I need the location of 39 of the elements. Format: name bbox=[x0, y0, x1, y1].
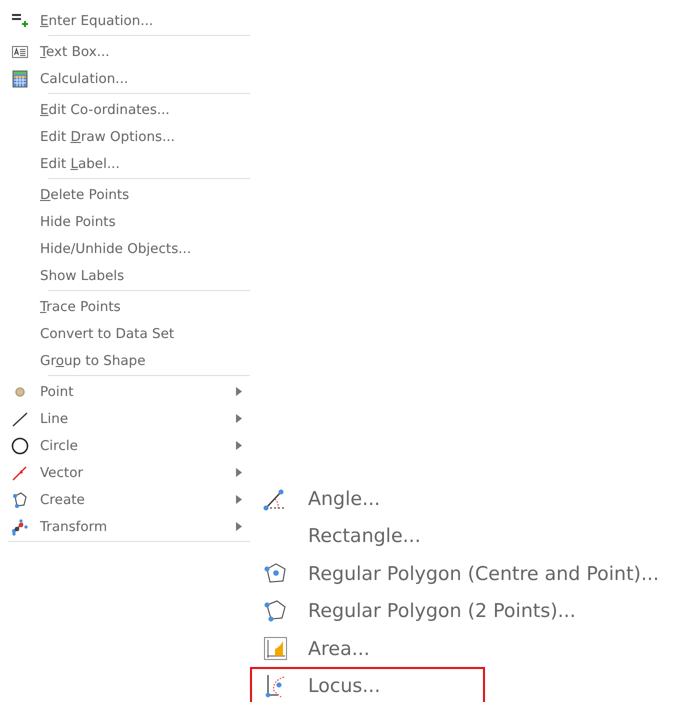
menu-item[interactable]: Locus... bbox=[250, 666, 485, 702]
line-icon bbox=[11, 410, 29, 428]
submenu-arrow-icon bbox=[236, 387, 242, 396]
submenu-arrow-icon bbox=[236, 414, 242, 423]
menu-item[interactable]: Circle bbox=[8, 432, 250, 459]
submenu-arrow-icon bbox=[236, 495, 242, 504]
menu-item[interactable]: Edit Label... bbox=[8, 150, 250, 177]
menu-item[interactable]: Edit Co-ordinates... bbox=[8, 96, 250, 123]
menu-item[interactable]: Area... bbox=[250, 629, 485, 666]
menu-item[interactable]: Enter Equation... bbox=[8, 7, 250, 34]
menu-item[interactable]: Calculation... bbox=[8, 65, 250, 92]
menu-item[interactable]: Convert to Data Set bbox=[8, 320, 250, 347]
menu-item[interactable]: Hide/Unhide Objects... bbox=[8, 235, 250, 262]
menu-item[interactable]: Hide Points bbox=[8, 208, 250, 235]
menu-item[interactable]: Point bbox=[8, 378, 250, 405]
vector-arrow-icon bbox=[11, 464, 29, 482]
menu-item[interactable]: Group to Shape bbox=[8, 347, 250, 374]
menu-item[interactable]: Line bbox=[8, 405, 250, 432]
area-graph-icon bbox=[262, 636, 290, 662]
menu-item[interactable]: Regular Polygon (Centre and Point)... bbox=[250, 554, 670, 592]
pentagon-icon bbox=[11, 490, 29, 508]
circle-icon bbox=[11, 436, 29, 454]
calculator-icon bbox=[11, 70, 29, 88]
menu-item[interactable]: Edit Draw Options... bbox=[8, 123, 250, 150]
menu-item[interactable]: Rectangle... bbox=[250, 516, 485, 554]
menu-item[interactable]: Text Box... bbox=[8, 38, 250, 65]
transform-points-icon bbox=[11, 518, 29, 536]
menu-item[interactable]: Transform bbox=[8, 513, 250, 540]
submenu-arrow-icon bbox=[236, 441, 242, 450]
equation-plus-icon bbox=[11, 12, 29, 30]
menu-item[interactable]: Create bbox=[8, 486, 250, 513]
menu-item[interactable]: Trace Points bbox=[8, 293, 250, 320]
submenu-arrow-icon bbox=[236, 468, 242, 477]
menu-item[interactable]: Angle... bbox=[250, 479, 485, 516]
menu-item[interactable]: Vector bbox=[8, 459, 250, 486]
menu-item[interactable]: Delete Points bbox=[8, 181, 250, 208]
submenu-arrow-icon bbox=[236, 522, 242, 531]
menu-item[interactable]: Show Labels bbox=[8, 262, 250, 289]
menu-item[interactable]: Regular Polygon (2 Points)... bbox=[250, 592, 586, 629]
